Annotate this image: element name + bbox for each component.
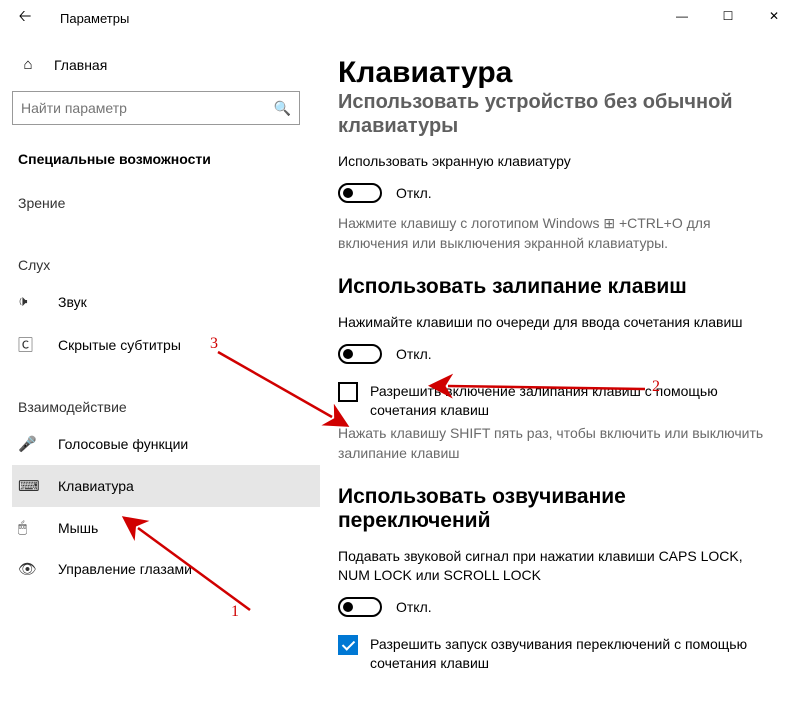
home-nav[interactable]: ⌂ Главная: [12, 48, 320, 81]
group-interaction: Взаимодействие: [12, 393, 320, 421]
minimize-button[interactable]: —: [659, 0, 705, 32]
captions-icon: 🄲: [18, 334, 40, 355]
sticky-keys-toggle[interactable]: [338, 344, 382, 364]
mouse-icon: 🖱: [18, 519, 40, 536]
back-button[interactable]: 🡠: [10, 3, 40, 33]
annotation-2: 2: [652, 378, 660, 396]
annotation-3: 3: [210, 335, 218, 353]
toggle-keys-toggle[interactable]: [338, 597, 382, 617]
mic-icon: 🎤: [18, 435, 40, 453]
group-vision: Зрение: [12, 189, 320, 217]
page-title: Клавиатура: [338, 56, 771, 90]
toggle-state: Откл.: [396, 185, 432, 201]
togglekeys-desc: Подавать звуковой сигнал при нажатии кла…: [338, 547, 771, 585]
sidebar-item-mouse[interactable]: 🖱 Мышь: [12, 507, 320, 548]
group-accessibility: Специальные возможности: [12, 147, 320, 171]
sound-icon: 🕩: [18, 293, 40, 310]
section-onscreen-title: Использовать устройство без обычной клав…: [338, 90, 771, 138]
onscreen-keyboard-desc: Использовать экранную клавиатуру: [338, 152, 771, 171]
content-panel: Клавиатура Использовать устройство без о…: [320, 36, 797, 724]
home-label: Главная: [54, 57, 107, 73]
home-icon: ⌂: [18, 56, 38, 73]
section-sticky-title: Использовать залипание клавиш: [338, 275, 771, 299]
sidebar-item-eye-control[interactable]: 👁 Управление глазами: [12, 548, 320, 590]
onscreen-keyboard-hint: Нажмите клавишу с логотипом Windows ⊞ +C…: [338, 213, 771, 254]
sidebar-item-label: Мышь: [58, 520, 98, 536]
sticky-desc: Нажимайте клавиши по очереди для ввода с…: [338, 313, 771, 332]
sidebar-item-label: Звук: [58, 294, 87, 310]
sidebar-item-keyboard[interactable]: ⌨ Клавиатура: [12, 465, 320, 507]
search-input[interactable]: [21, 100, 274, 116]
close-button[interactable]: ✕: [751, 0, 797, 32]
onscreen-keyboard-toggle[interactable]: [338, 183, 382, 203]
sidebar-item-captions[interactable]: 🄲 Скрытые субтитры: [12, 322, 320, 367]
search-icon: 🔍: [274, 100, 291, 117]
sticky-shortcut-checkbox[interactable]: [338, 382, 358, 402]
togglekeys-shortcut-checkbox[interactable]: [338, 635, 358, 655]
sidebar-item-sound[interactable]: 🕩 Звук: [12, 281, 320, 322]
togglekeys-shortcut-label: Разрешить запуск озвучивания переключени…: [370, 635, 771, 673]
window-controls: — ☐ ✕: [659, 0, 797, 32]
toggle-state: Откл.: [396, 346, 432, 362]
search-box[interactable]: 🔍: [12, 91, 300, 125]
sticky-shortcut-label: Разрешить включение залипания клавиш с п…: [370, 382, 771, 420]
sidebar-item-voice[interactable]: 🎤 Голосовые функции: [12, 423, 320, 465]
annotation-1: 1: [231, 603, 239, 621]
sticky-hint: Нажать клавишу SHIFT пять раз, чтобы вкл…: [338, 424, 771, 463]
sidebar-item-label: Голосовые функции: [58, 436, 188, 452]
maximize-button[interactable]: ☐: [705, 0, 751, 32]
section-togglekeys-title: Использовать озвучивание переключений: [338, 485, 771, 533]
keyboard-icon: ⌨: [18, 477, 40, 495]
eye-icon: 👁: [18, 560, 40, 578]
sidebar-item-label: Управление глазами: [58, 561, 192, 577]
group-hearing: Слух: [12, 251, 320, 279]
toggle-state: Откл.: [396, 599, 432, 615]
sidebar-item-label: Скрытые субтитры: [58, 337, 181, 353]
window-title: Параметры: [60, 11, 129, 26]
sidebar-item-label: Клавиатура: [58, 478, 134, 494]
sidebar: ⌂ Главная 🔍 Специальные возможности Зрен…: [0, 36, 320, 724]
